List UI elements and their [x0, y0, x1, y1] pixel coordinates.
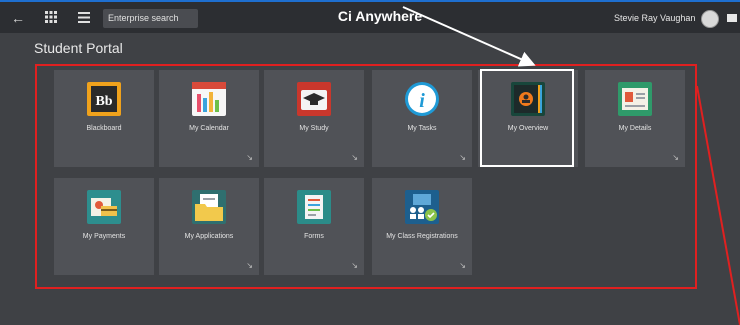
top-bar: ← Enterprise search Ci Anywhere Stevie R… [0, 0, 740, 33]
user-name[interactable]: Stevie Ray Vaughan [614, 13, 695, 23]
app-title: Ci Anywhere [337, 8, 423, 24]
highlight-box-red [35, 64, 697, 289]
enterprise-search-input[interactable]: Enterprise search [103, 9, 198, 28]
focus-box-white [480, 69, 574, 167]
avatar[interactable] [701, 10, 719, 28]
page-title: Student Portal [34, 40, 123, 56]
annotation-line-red [696, 85, 740, 325]
back-arrow-icon[interactable]: ← [11, 11, 25, 25]
apps-grid-icon[interactable] [45, 11, 57, 25]
hamburger-menu-icon[interactable] [78, 11, 90, 25]
user-menu-icon[interactable] [727, 14, 737, 22]
